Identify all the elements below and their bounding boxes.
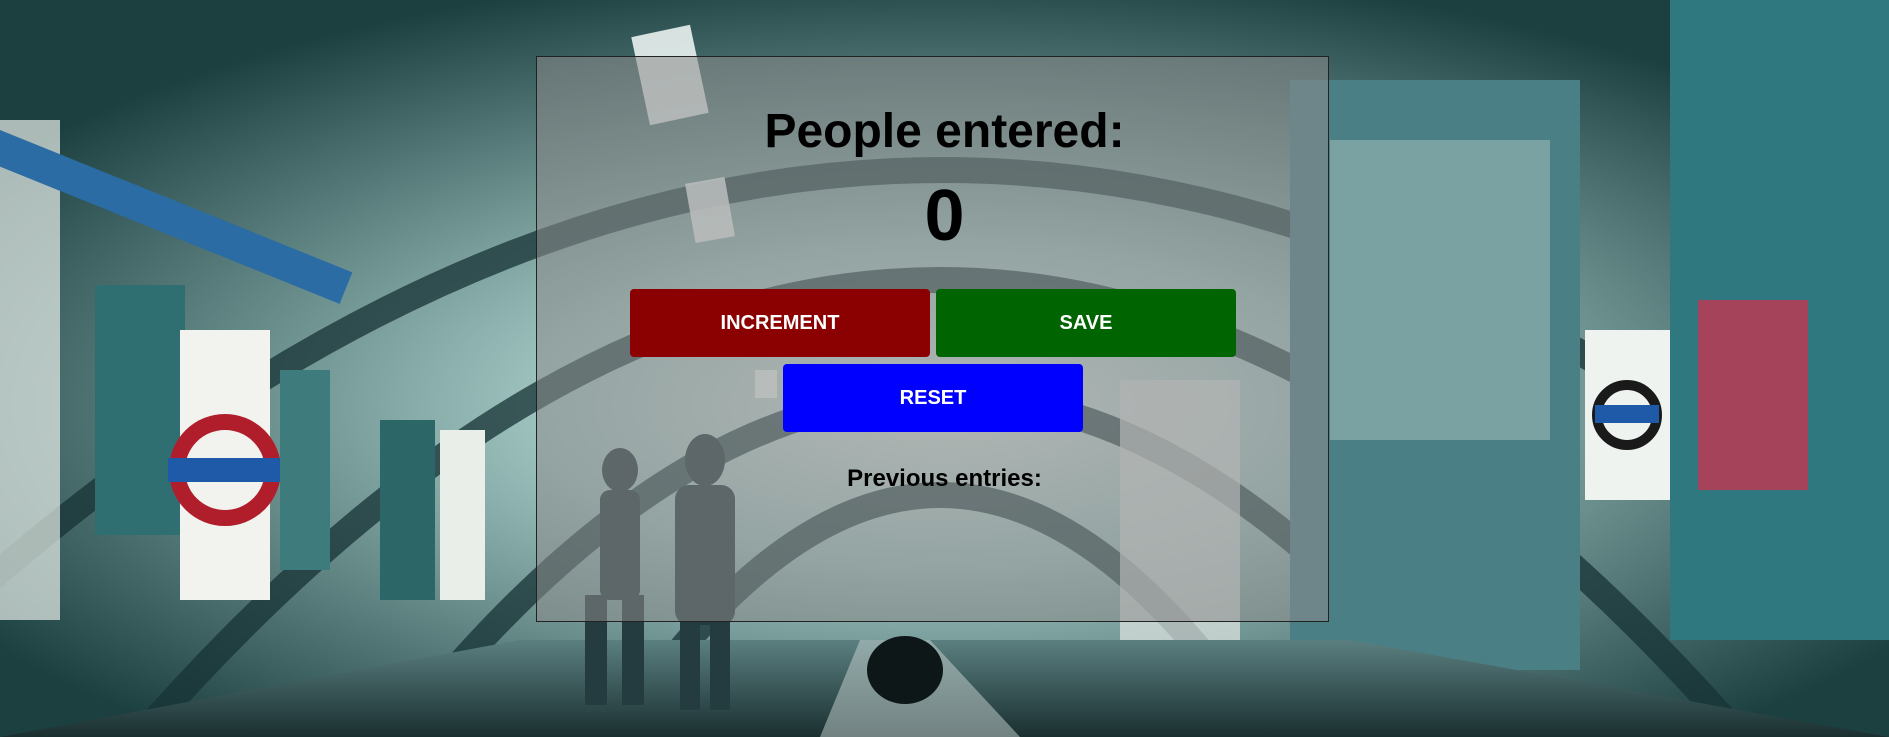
reset-button[interactable]: RESET [783, 364, 1083, 432]
increment-button[interactable]: INCREMENT [630, 289, 930, 357]
counter-heading: People entered: [764, 105, 1125, 158]
previous-entries-label: Previous entries: [0, 465, 1889, 493]
previous-entries-title: Previous entries: [847, 465, 1042, 492]
people-count: 0 [924, 176, 965, 256]
save-button[interactable]: SAVE [936, 289, 1236, 357]
